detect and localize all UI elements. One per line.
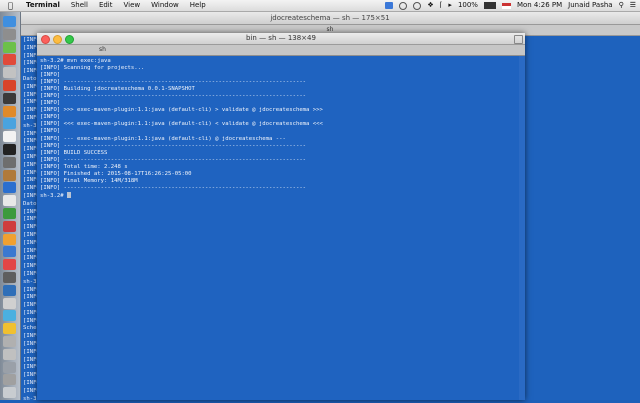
menu-shell[interactable]: Shell: [71, 0, 88, 11]
terminal-line: [INFO]: [40, 114, 61, 121]
app-icon[interactable]: [3, 118, 16, 130]
bluetooth-icon[interactable]: ❖: [427, 0, 433, 11]
app-icon[interactable]: [3, 323, 16, 335]
app-icon[interactable]: [3, 259, 16, 271]
terminal-line: [INFO] <<< exec-maven-plugin:1.1:java (d…: [40, 121, 323, 128]
menu-window[interactable]: Window: [151, 0, 179, 11]
user-name[interactable]: Junaid Pasha: [568, 0, 612, 11]
app-icon[interactable]: [3, 28, 16, 40]
app-icon[interactable]: [3, 220, 16, 232]
window-controls: [41, 35, 74, 44]
clock[interactable]: Mon 4:26 PM: [517, 0, 562, 11]
menu-bar:  Terminal Shell Edit View Window Help ❖…: [0, 0, 640, 12]
app-icon[interactable]: [3, 348, 16, 360]
terminal-window-front[interactable]: bin — sh — 138×49 sh sh-3.2# mvn exec:ja…: [37, 33, 525, 400]
zoom-button[interactable]: [65, 35, 74, 44]
app-icon[interactable]: [3, 54, 16, 66]
menu-list: Terminal Shell Edit View Window Help: [26, 0, 206, 11]
sync-icon[interactable]: [399, 1, 408, 10]
time-machine-icon[interactable]: [413, 1, 422, 10]
app-icon[interactable]: [3, 131, 16, 143]
terminal-line: [INFO] ---------------------------------…: [40, 93, 307, 100]
app-icon[interactable]: [3, 272, 16, 283]
tab-bar: sh: [37, 45, 525, 56]
app-icon[interactable]: [3, 233, 16, 245]
app-icon[interactable]: [3, 80, 16, 91]
terminal-line: [INFO] Total time: 2.248 s: [40, 163, 128, 170]
notification-center-icon[interactable]: ☰: [630, 0, 636, 11]
flag-icon[interactable]: [501, 2, 511, 9]
scrollbar[interactable]: [519, 56, 525, 400]
tab-sh[interactable]: sh: [99, 45, 106, 55]
app-icon[interactable]: [3, 246, 16, 258]
terminal-line: [INFO]: [40, 72, 61, 79]
app-icon[interactable]: [3, 336, 16, 347]
app-icon[interactable]: [3, 310, 16, 322]
app-icon[interactable]: [3, 297, 16, 309]
app-icon[interactable]: [3, 92, 16, 104]
dock: [0, 12, 21, 400]
terminal-line: [INFO] --- exec-maven-plugin:1.1:java (d…: [40, 135, 286, 142]
minimize-button[interactable]: [53, 35, 62, 44]
window-title: bin — sh — 138×49: [246, 34, 316, 42]
menu-view[interactable]: View: [124, 0, 141, 11]
app-icon[interactable]: [3, 41, 16, 53]
app-icon[interactable]: [3, 169, 16, 181]
app-icon[interactable]: [3, 361, 16, 373]
finder-icon[interactable]: [3, 16, 16, 27]
app-icon[interactable]: [3, 195, 16, 207]
terminal-line: [INFO] Finished at: 2015-08-17T16:26:25-…: [40, 170, 192, 177]
close-button[interactable]: [41, 35, 50, 44]
fullscreen-icon[interactable]: [514, 35, 523, 44]
window-title-bar[interactable]: bin — sh — 138×49: [37, 33, 525, 45]
app-icon[interactable]: [3, 182, 16, 194]
terminal-line: [INFO] ---------------------------------…: [40, 184, 307, 191]
app-icon[interactable]: [3, 374, 16, 386]
battery-icon[interactable]: [483, 2, 496, 9]
status-area: ❖ ⌈ ▸ 100% Mon 4:26 PM Junaid Pasha ⚲ ☰: [385, 0, 636, 11]
terminal-line: [INFO] >>> exec-maven-plugin:1.1:java (d…: [40, 107, 323, 114]
app-icon[interactable]: [3, 208, 16, 219]
app-icon[interactable]: [3, 144, 16, 155]
terminal-line: [INFO] Final Memory: 14M/318M: [40, 177, 138, 184]
app-icon[interactable]: [3, 284, 16, 296]
app-icon[interactable]: [3, 156, 16, 168]
terminal-line: [INFO] ---------------------------------…: [40, 79, 307, 86]
text-cursor: [66, 191, 71, 198]
terminal-line: [INFO] ---------------------------------…: [40, 142, 307, 149]
terminal-line: [INFO] BUILD SUCCESS: [40, 149, 108, 156]
apple-menu-icon[interactable]: : [8, 0, 13, 11]
menu-help[interactable]: Help: [190, 0, 206, 11]
menu-app-name[interactable]: Terminal: [26, 0, 60, 11]
prompt: sh-3.2#: [40, 192, 67, 199]
menu-edit[interactable]: Edit: [99, 0, 113, 11]
terminal-output[interactable]: sh-3.2# mvn exec:java [INFO] Scanning for…: [40, 58, 520, 199]
app-icon[interactable]: [3, 67, 16, 79]
terminal-line: [INFO]: [40, 128, 61, 135]
terminal-line: [INFO] Scanning for projects...: [40, 65, 145, 72]
terminal-prompt-line[interactable]: sh-3.2#: [40, 191, 520, 199]
terminal-line: sh-3.2# mvn exec:java: [40, 58, 111, 64]
app-icon[interactable]: [3, 105, 16, 117]
terminal-line: [INFO] ---------------------------------…: [40, 156, 307, 163]
volume-icon[interactable]: ▸: [448, 0, 452, 11]
window-title-back[interactable]: jdocreateschema — sh — 175×51: [20, 12, 640, 25]
search-icon[interactable]: ⚲: [619, 0, 624, 11]
terminal-line: [INFO] Building jdocreateschema 0.0.1-SN…: [40, 86, 195, 93]
wifi-icon[interactable]: ⌈: [440, 0, 443, 11]
battery-percent[interactable]: 100%: [458, 0, 478, 11]
dropbox-icon[interactable]: [385, 2, 394, 9]
trash-icon[interactable]: [3, 387, 16, 399]
terminal-line: [INFO]: [40, 100, 61, 107]
